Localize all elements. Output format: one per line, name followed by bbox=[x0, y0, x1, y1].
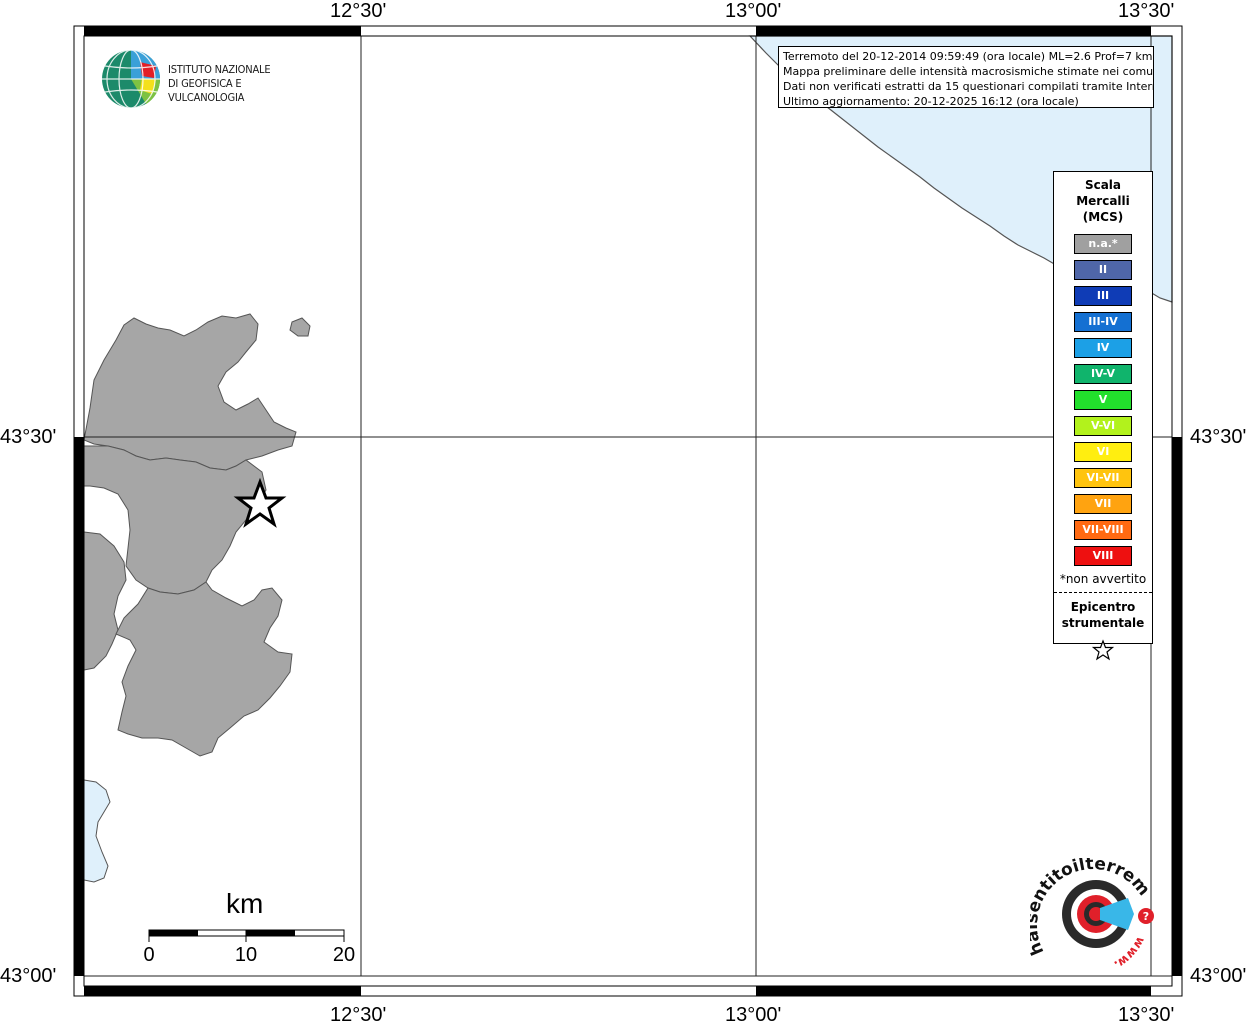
legend-title-line-1: Scala bbox=[1084, 178, 1122, 192]
legend-swatch: VI bbox=[1074, 442, 1132, 462]
intensity-legend: Scala Mercalli (MCS) n.a.* II III III-IV IV I… bbox=[1053, 171, 1153, 661]
municipality-north[interactable] bbox=[83, 313, 297, 471]
lat-label-left-1: 43°30' bbox=[0, 426, 57, 448]
info-line-3: Dati non verificati estratti da 15 quest… bbox=[783, 80, 1154, 93]
legend-swatch: II bbox=[1074, 260, 1132, 280]
info-line-2: Mappa preliminare delle intensità macros… bbox=[783, 65, 1154, 78]
scale-bar bbox=[148, 929, 345, 942]
legend-swatch: VII bbox=[1074, 494, 1132, 514]
info-line-1: Terremoto del 20-12-2014 09:59:49 (ora l… bbox=[783, 50, 1153, 63]
info-line-4: Ultimo aggiornamento: 20-12-2025 16:12 (… bbox=[783, 95, 1079, 108]
legend-epicenter-line-1: Epicentro bbox=[1070, 600, 1136, 614]
lat-label-left-2: 43°00' bbox=[0, 965, 57, 987]
legend-items: n.a.* II III III-IV IV IV-V V V-VI VI VI-VII VII VI… bbox=[1054, 234, 1152, 566]
legend-swatch: V bbox=[1074, 390, 1132, 410]
event-info-box: Terremoto del 20-12-2014 09:59:49 (ora l… bbox=[778, 46, 1154, 108]
scale-tick-0: 0 bbox=[143, 944, 155, 966]
legend-swatch: V-VI bbox=[1074, 416, 1132, 436]
legend-title-line-2: Mercalli bbox=[1076, 194, 1130, 208]
municipality-west[interactable] bbox=[83, 531, 127, 671]
legend-title-line-3: (MCS) bbox=[1082, 210, 1124, 224]
svg-text:?: ? bbox=[1143, 910, 1149, 923]
haisentito-badge-icon: ? haisentitoilterremoto.it www. bbox=[1022, 843, 1154, 972]
legend-epicenter-line-2: strumentale bbox=[1061, 616, 1145, 630]
ingv-logo: ISTITUTO NAZIONALE DI GEOFISICA E VULCAN… bbox=[100, 48, 320, 110]
logo-line-1: ISTITUTO NAZIONALE bbox=[168, 63, 271, 76]
municipality-south[interactable] bbox=[115, 581, 293, 757]
haisentito-logo: ? haisentitoilterremoto.it www. bbox=[1022, 843, 1160, 982]
lake-area bbox=[83, 779, 111, 883]
legend-note: *non avvertito bbox=[1059, 572, 1147, 586]
legend-swatch: IV-V bbox=[1074, 364, 1132, 384]
lon-label-top-3: 13°30' bbox=[1118, 0, 1175, 22]
legend-title: Scala Mercalli (MCS) bbox=[1054, 177, 1152, 225]
islet bbox=[289, 317, 311, 337]
scale-tick-20: 20 bbox=[332, 944, 356, 966]
legend-swatch: VI-VII bbox=[1074, 468, 1132, 488]
star-icon bbox=[1091, 639, 1115, 661]
legend-swatch: n.a.* bbox=[1074, 234, 1132, 254]
municipalities bbox=[83, 313, 311, 757]
lon-label-top-1: 12°30' bbox=[330, 0, 387, 22]
logo-line-2: DI GEOFISICA E VULCANOLOGIA bbox=[168, 77, 245, 104]
legend-divider bbox=[1054, 592, 1152, 593]
scale-unit-label: km bbox=[226, 888, 264, 919]
legend-swatch: III bbox=[1074, 286, 1132, 306]
legend-swatch: IV bbox=[1074, 338, 1132, 358]
scale-tick-10: 10 bbox=[234, 944, 258, 966]
lat-label-right-2: 43°00' bbox=[1190, 965, 1247, 987]
lat-label-right-1: 43°30' bbox=[1190, 426, 1247, 448]
legend-swatch: III-IV bbox=[1074, 312, 1132, 332]
legend-swatch: VIII bbox=[1074, 546, 1132, 566]
legend-swatch: VII-VIII bbox=[1074, 520, 1132, 540]
globe-icon bbox=[102, 49, 161, 109]
lon-label-top-2: 13°00' bbox=[725, 0, 782, 22]
legend-epicenter-label: Epicentro strumentale bbox=[1054, 599, 1152, 631]
